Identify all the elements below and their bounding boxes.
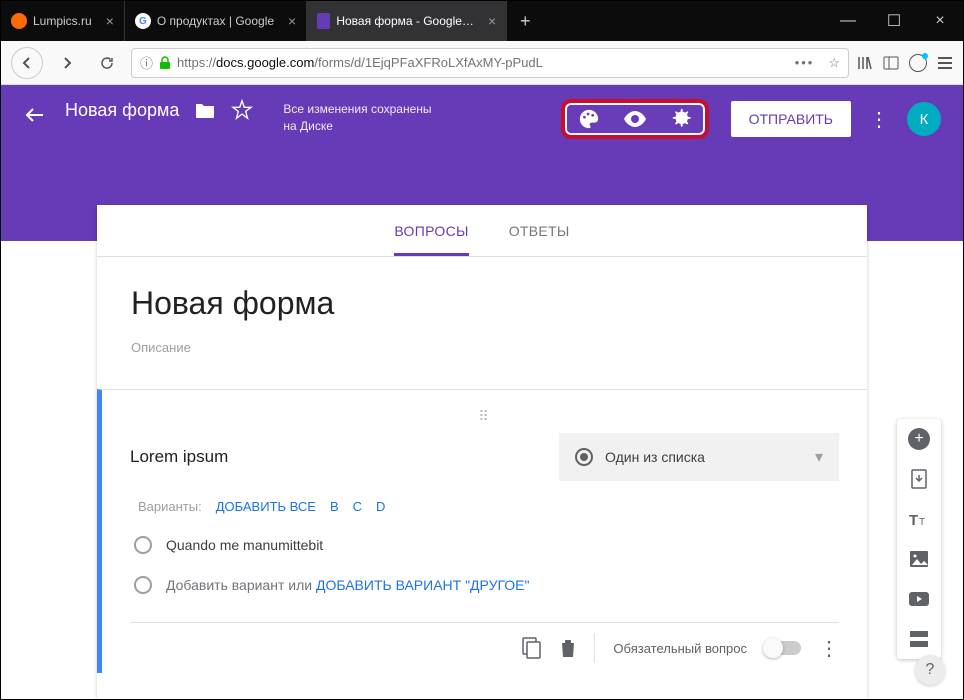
variants-label: Варианты: [138, 499, 202, 514]
variants-row: Варианты: ДОБАВИТЬ ВСЕ B C D [130, 499, 839, 514]
settings-icon[interactable] [669, 107, 693, 131]
chevron-down-icon: ▾ [815, 447, 823, 467]
maximize-button[interactable]: ☐ [871, 1, 917, 41]
question-footer: Обязательный вопрос ⋮ [130, 622, 839, 673]
radio-icon [134, 536, 152, 554]
browser-tab-3-active[interactable]: Новая форма - Google Формы × [307, 1, 507, 41]
import-questions-button[interactable] [907, 467, 931, 491]
svg-text:T: T [909, 512, 918, 527]
add-other-link[interactable]: ДОБАВИТЬ ВАРИАНТ "ДРУГОЕ" [316, 577, 530, 593]
radio-icon [575, 448, 593, 466]
close-icon[interactable]: × [106, 13, 114, 29]
reload-button[interactable] [91, 47, 123, 79]
form-card: ВОПРОСЫ ОТВЕТЫ Новая форма Описание ⠿ Lo… [97, 205, 867, 699]
add-option-row[interactable]: Добавить вариант или ДОБАВИТЬ ВАРИАНТ "Д… [130, 576, 839, 594]
info-icon[interactable]: ⓘ [140, 53, 153, 72]
menu-icon[interactable] [937, 56, 953, 70]
address-bar[interactable]: ⓘ https://docs.google.com/forms/d/1EjqPF… [131, 48, 849, 78]
browser-tab-2[interactable]: G О продуктах | Google × [125, 1, 307, 41]
delete-icon[interactable] [560, 638, 576, 658]
form-description-input[interactable]: Описание [131, 340, 833, 355]
back-button[interactable] [11, 47, 43, 79]
option-row-1[interactable]: Quando me manumittebit [130, 536, 839, 554]
question-card[interactable]: ⠿ Lorem ipsum Один из списка ▾ Варианты:… [97, 389, 867, 673]
avatar[interactable]: К [907, 102, 941, 136]
window-controls: — ☐ × [825, 1, 963, 41]
more-menu-icon[interactable]: ⋮ [869, 107, 889, 132]
side-toolbar: + TT [897, 419, 941, 659]
question-type-dropdown[interactable]: Один из списка ▾ [559, 433, 839, 481]
title-section: Новая форма Описание [97, 257, 867, 375]
url-text: https://docs.google.com/forms/d/1EjqPFaX… [177, 55, 543, 70]
palette-icon[interactable] [577, 107, 601, 131]
add-image-button[interactable] [907, 547, 931, 571]
send-button[interactable]: ОТПРАВИТЬ [731, 101, 851, 137]
add-video-button[interactable] [907, 587, 931, 611]
sidebar-icon[interactable] [883, 55, 899, 71]
browser-titlebar: Lumpics.ru × G О продуктах | Google × Но… [1, 1, 963, 41]
close-icon[interactable]: × [488, 13, 496, 29]
question-title-input[interactable]: Lorem ipsum [130, 447, 539, 467]
tab-title: Новая форма - Google Формы [336, 14, 474, 28]
question-type-label: Один из списка [605, 449, 803, 465]
tab-title: Lumpics.ru [33, 14, 92, 28]
drag-handle-icon[interactable]: ⠿ [130, 408, 839, 425]
new-tab-button[interactable]: + [507, 1, 543, 41]
favicon [317, 13, 330, 29]
forward-button[interactable] [51, 47, 83, 79]
minimize-button[interactable]: — [825, 1, 871, 41]
add-all-link[interactable]: ДОБАВИТЬ ВСЕ [216, 499, 316, 514]
radio-icon [134, 576, 152, 594]
favicon [11, 13, 27, 29]
required-toggle[interactable] [765, 641, 801, 655]
svg-text:T: T [919, 517, 925, 527]
question-more-icon[interactable]: ⋮ [819, 636, 839, 661]
form-title-input[interactable]: Новая форма [131, 285, 833, 322]
preview-icon[interactable] [623, 107, 647, 131]
content-area: ВОПРОСЫ ОТВЕТЫ Новая форма Описание ⠿ Lo… [1, 205, 963, 699]
bookmark-star-icon[interactable]: ☆ [828, 55, 840, 71]
form-name[interactable]: Новая форма [65, 100, 179, 121]
tab-title: О продуктах | Google [157, 14, 274, 28]
header-actions: ОТПРАВИТЬ ⋮ К [561, 99, 941, 139]
save-status: Все изменения сохранены на Диске [283, 101, 431, 135]
lock-icon [159, 56, 171, 70]
extension-icon[interactable] [909, 54, 927, 72]
add-title-button[interactable]: TT [907, 507, 931, 531]
variant-c[interactable]: C [353, 499, 362, 514]
favicon: G [135, 13, 151, 29]
highlighted-tools [561, 99, 709, 139]
close-icon[interactable]: × [288, 13, 296, 29]
browser-urlbar: ⓘ https://docs.google.com/forms/d/1EjqPF… [1, 41, 963, 85]
folder-icon[interactable] [195, 101, 215, 119]
browser-tab-1[interactable]: Lumpics.ru × [1, 1, 125, 41]
required-label: Обязательный вопрос [613, 641, 747, 656]
variant-d[interactable]: D [376, 499, 385, 514]
tab-questions[interactable]: ВОПРОСЫ [394, 223, 468, 256]
divider [594, 633, 595, 663]
add-section-button[interactable] [907, 627, 931, 651]
help-button[interactable]: ? [915, 655, 945, 685]
form-tabs: ВОПРОСЫ ОТВЕТЫ [97, 205, 867, 257]
page-actions[interactable]: ••• [795, 55, 815, 70]
back-arrow-icon[interactable] [23, 103, 47, 127]
variant-b[interactable]: B [330, 499, 339, 514]
library-icon[interactable] [857, 55, 873, 71]
add-option-text[interactable]: Добавить вариант или ДОБАВИТЬ ВАРИАНТ "Д… [166, 577, 529, 593]
form-title-area: Новая форма [65, 99, 253, 121]
duplicate-icon[interactable] [522, 637, 542, 659]
star-icon[interactable] [231, 99, 253, 121]
option-text[interactable]: Quando me manumittebit [166, 537, 323, 553]
tab-answers[interactable]: ОТВЕТЫ [509, 223, 570, 256]
close-window-button[interactable]: × [917, 1, 963, 41]
add-question-button[interactable]: + [907, 427, 931, 451]
